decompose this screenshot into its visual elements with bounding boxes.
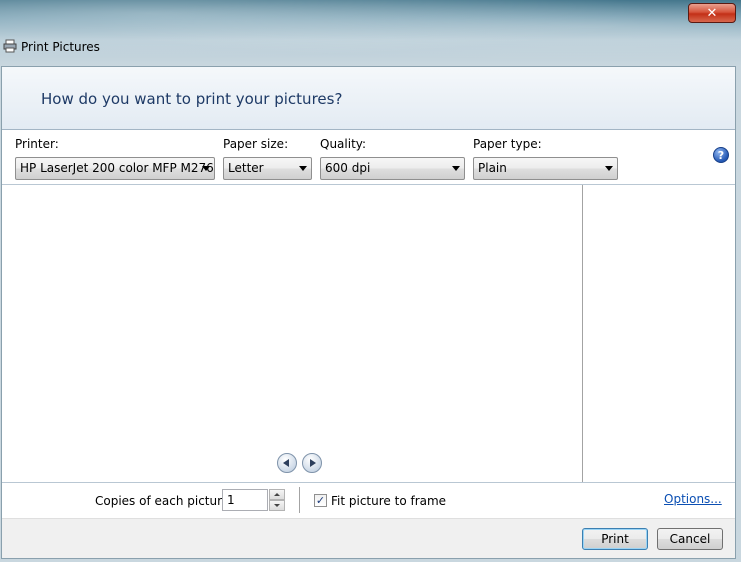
close-button[interactable]: ✕: [688, 3, 736, 23]
chevron-down-icon: [605, 166, 613, 171]
window-title: Print Pictures: [21, 40, 100, 54]
printer-icon: [3, 39, 17, 53]
next-page-icon: [310, 459, 316, 467]
dialog-footer: Print Cancel: [2, 518, 735, 558]
chevron-down-icon: [202, 166, 210, 171]
print-pictures-dialog: How do you want to print your pictures? …: [1, 66, 736, 559]
print-options-row: Printer: HP LaserJet 200 color MFP M276 …: [2, 130, 735, 185]
fit-to-frame-label[interactable]: Fit picture to frame: [331, 494, 446, 508]
copies-increment-button[interactable]: [269, 489, 285, 500]
printer-select[interactable]: HP LaserJet 200 color MFP M276 F: [15, 157, 215, 180]
quality-select-value: 600 dpi: [325, 161, 371, 175]
previous-page-icon: [283, 459, 289, 467]
chevron-down-icon: [274, 504, 280, 507]
paper-size-select-value: Letter: [228, 161, 264, 175]
next-page-button[interactable]: [302, 453, 322, 473]
quality-label: Quality:: [320, 137, 367, 151]
chevron-down-icon: [299, 166, 307, 171]
paper-type-select-value: Plain: [478, 161, 507, 175]
quality-select[interactable]: 600 dpi: [320, 157, 465, 180]
options-link[interactable]: Options...: [664, 492, 722, 506]
copies-row: Copies of each picture: ✓ Fit picture to…: [2, 482, 735, 519]
paper-size-select[interactable]: Letter: [223, 157, 312, 180]
title-bar: Print Pictures: [0, 34, 741, 60]
paper-type-label: Paper type:: [473, 137, 542, 151]
print-preview-area: [2, 185, 582, 482]
copies-label: Copies of each picture:: [95, 494, 234, 508]
copies-spinner: [269, 489, 285, 511]
row-separator: [299, 487, 300, 513]
copies-input[interactable]: [222, 489, 268, 511]
cancel-button[interactable]: Cancel: [657, 528, 723, 550]
layout-thumbnails-pane[interactable]: [583, 185, 735, 482]
print-button[interactable]: Print: [582, 528, 648, 550]
printer-label: Printer:: [15, 137, 59, 151]
dialog-question: How do you want to print your pictures?: [41, 90, 343, 108]
chevron-up-icon: [274, 493, 280, 496]
fit-to-frame-checkbox[interactable]: ✓: [314, 494, 327, 507]
help-icon[interactable]: ?: [713, 147, 729, 163]
previous-page-button[interactable]: [277, 453, 297, 473]
help-glyph: ?: [717, 148, 725, 162]
paper-type-select[interactable]: Plain: [473, 157, 618, 180]
chevron-down-icon: [452, 166, 460, 171]
copies-decrement-button[interactable]: [269, 500, 285, 511]
printer-select-value: HP LaserJet 200 color MFP M276 F: [20, 161, 215, 175]
dialog-header: How do you want to print your pictures?: [2, 67, 735, 130]
close-icon: ✕: [706, 5, 718, 21]
paper-size-label: Paper size:: [223, 137, 289, 151]
